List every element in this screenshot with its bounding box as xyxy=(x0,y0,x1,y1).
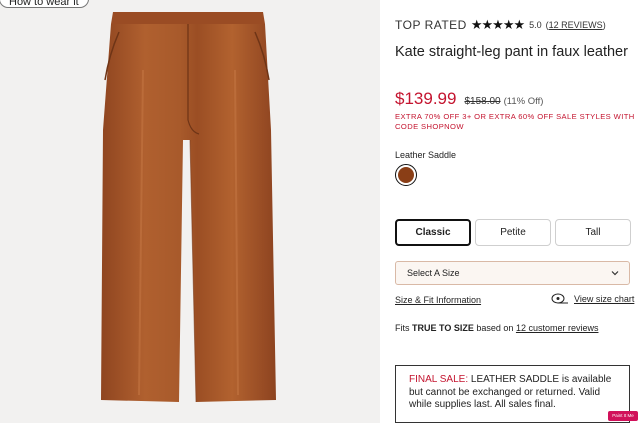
product-image-panel: How to wear it xyxy=(0,0,380,423)
fit-summary: Fits TRUE TO SIZE based on 12 customer r… xyxy=(395,323,599,333)
final-sale-notice: FINAL SALE: LEATHER SADDLE is available … xyxy=(395,365,630,423)
size-select-value: Select A Size xyxy=(407,268,460,278)
original-price: $158.00 xyxy=(464,96,501,107)
chevron-down-icon xyxy=(611,271,619,276)
true-to-size-label: TRUE TO SIZE xyxy=(412,323,474,333)
final-sale-label: FINAL SALE: xyxy=(409,374,469,385)
customer-reviews-link[interactable]: 12 customer reviews xyxy=(516,323,599,333)
discount-percent: (11% Off) xyxy=(503,96,544,107)
rating-value: 5.0 xyxy=(529,20,542,30)
color-swatch-leather-saddle[interactable] xyxy=(395,164,417,186)
swatch-fill xyxy=(398,167,414,183)
product-image-pant xyxy=(101,12,276,403)
reviews-link[interactable]: (12 REVIEWS) xyxy=(546,20,606,30)
tape-measure-icon xyxy=(551,293,568,304)
promo-text: EXTRA 70% OFF 3+ OR EXTRA 60% OFF SALE S… xyxy=(395,112,635,131)
view-size-chart-link[interactable]: View size chart xyxy=(574,294,634,304)
fit-classic-button[interactable]: Classic xyxy=(395,219,471,246)
how-to-wear-it-button[interactable]: How to wear it xyxy=(0,0,89,8)
top-rated-label: TOP RATED xyxy=(395,18,467,32)
color-name: Leather Saddle xyxy=(395,150,457,160)
star-rating-icon: ★★★★★ xyxy=(470,17,525,32)
fit-tall-button[interactable]: Tall xyxy=(555,219,631,246)
price-row: $139.99 $158.00 (11% Off) xyxy=(395,89,543,109)
view-size-chart[interactable]: View size chart xyxy=(551,293,634,305)
sale-price: $139.99 xyxy=(395,89,457,108)
size-fit-info-link[interactable]: Size & Fit Information xyxy=(395,295,481,305)
product-title: Kate straight-leg pant in faux leather xyxy=(395,44,628,60)
paint-it-badge[interactable]: Paint It Me xyxy=(608,411,638,421)
fit-petite-button[interactable]: Petite xyxy=(475,219,551,246)
rating-row: TOP RATED ★★★★★ 5.0 (12 REVIEWS) xyxy=(395,17,606,33)
size-select[interactable]: Select A Size xyxy=(395,261,630,285)
